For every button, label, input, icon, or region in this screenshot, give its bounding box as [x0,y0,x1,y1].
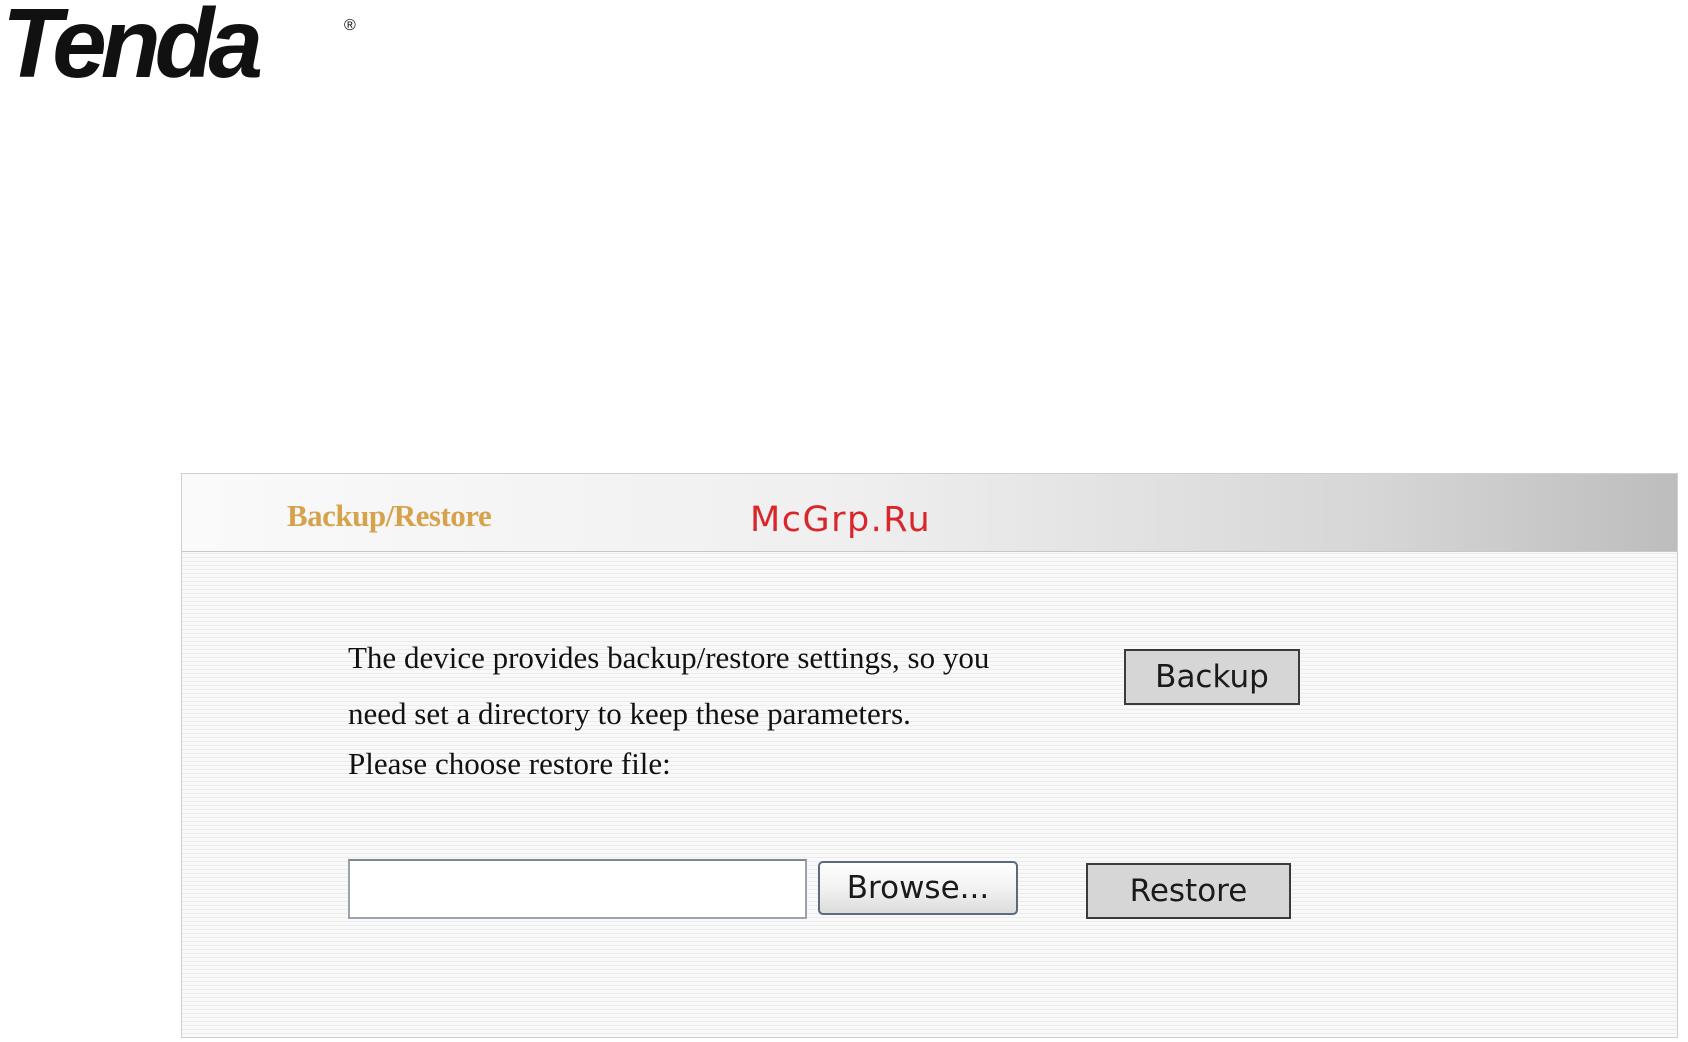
restore-file-path-input[interactable] [348,859,807,919]
backup-restore-panel: Backup/Restore McGrp.Ru The device provi… [181,473,1678,1038]
watermark-text: McGrp.Ru [750,500,932,540]
panel-title: Backup/Restore [287,498,492,533]
description-line-2: need set a directory to keep these param… [348,696,911,731]
restore-button[interactable]: Restore [1086,863,1291,919]
description-line-1: The device provides backup/restore setti… [348,640,990,675]
backup-description: The device provides backup/restore setti… [348,630,1108,742]
restore-file-label: Please choose restore file: [348,746,671,781]
panel-header: Backup/Restore McGrp.Ru [182,474,1677,552]
browse-button[interactable]: Browse... [818,861,1018,915]
logo-text: Tenda [2,0,260,84]
backup-button[interactable]: Backup [1124,649,1300,705]
registered-mark: ® [344,17,356,34]
tenda-logo: Tenda ® [0,0,362,84]
